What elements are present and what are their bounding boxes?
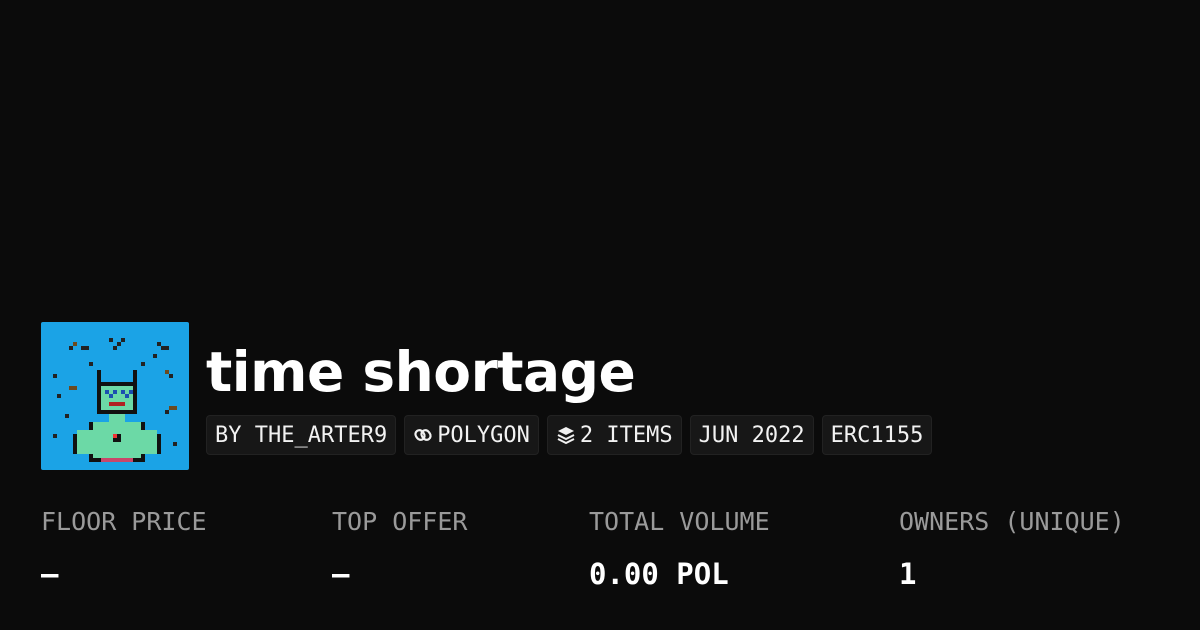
owners-value: 1 (899, 557, 917, 591)
layers-icon (556, 425, 576, 445)
floor-price-value: – (41, 557, 59, 591)
stat-owners: OWNERS (UNIQUE) 1 (899, 504, 1125, 594)
chain-tag[interactable]: POLYGON (404, 415, 539, 455)
alien-pixel-art-image (41, 322, 189, 470)
items-count-tag[interactable]: 2 ITEMS (546, 415, 682, 455)
total-volume-label: TOTAL VOLUME (589, 507, 770, 536)
stat-floor-price: FLOOR PRICE – (41, 504, 207, 594)
stat-top-offer: TOP OFFER – (332, 504, 467, 594)
creator-tag[interactable]: BY THE_ARTER9 (206, 415, 397, 455)
created-date-tag[interactable]: JUN 2022 (689, 415, 814, 455)
collection-title: time shortage (206, 340, 636, 404)
collection-thumbnail[interactable] (41, 322, 189, 470)
top-offer-label: TOP OFFER (332, 507, 468, 536)
top-offer-value: – (332, 557, 350, 591)
stat-total-volume: TOTAL VOLUME 0.00 POL (589, 504, 770, 594)
collection-tags: BY THE_ARTER9 POLYGON 2 ITEMS JUN 2022 E… (206, 415, 933, 455)
created-date-label: JUN 2022 (698, 422, 805, 448)
polygon-chain-icon (413, 425, 433, 445)
items-count-label: 2 ITEMS (579, 422, 673, 448)
total-volume-value: 0.00 POL (589, 557, 729, 591)
token-standard-label: ERC1155 (830, 422, 924, 448)
floor-price-label: FLOOR PRICE (41, 507, 207, 536)
creator-tag-label: BY THE_ARTER9 (215, 422, 388, 448)
token-standard-tag[interactable]: ERC1155 (821, 415, 933, 455)
chain-tag-label: POLYGON (437, 422, 530, 448)
owners-label: OWNERS (UNIQUE) (899, 507, 1125, 536)
